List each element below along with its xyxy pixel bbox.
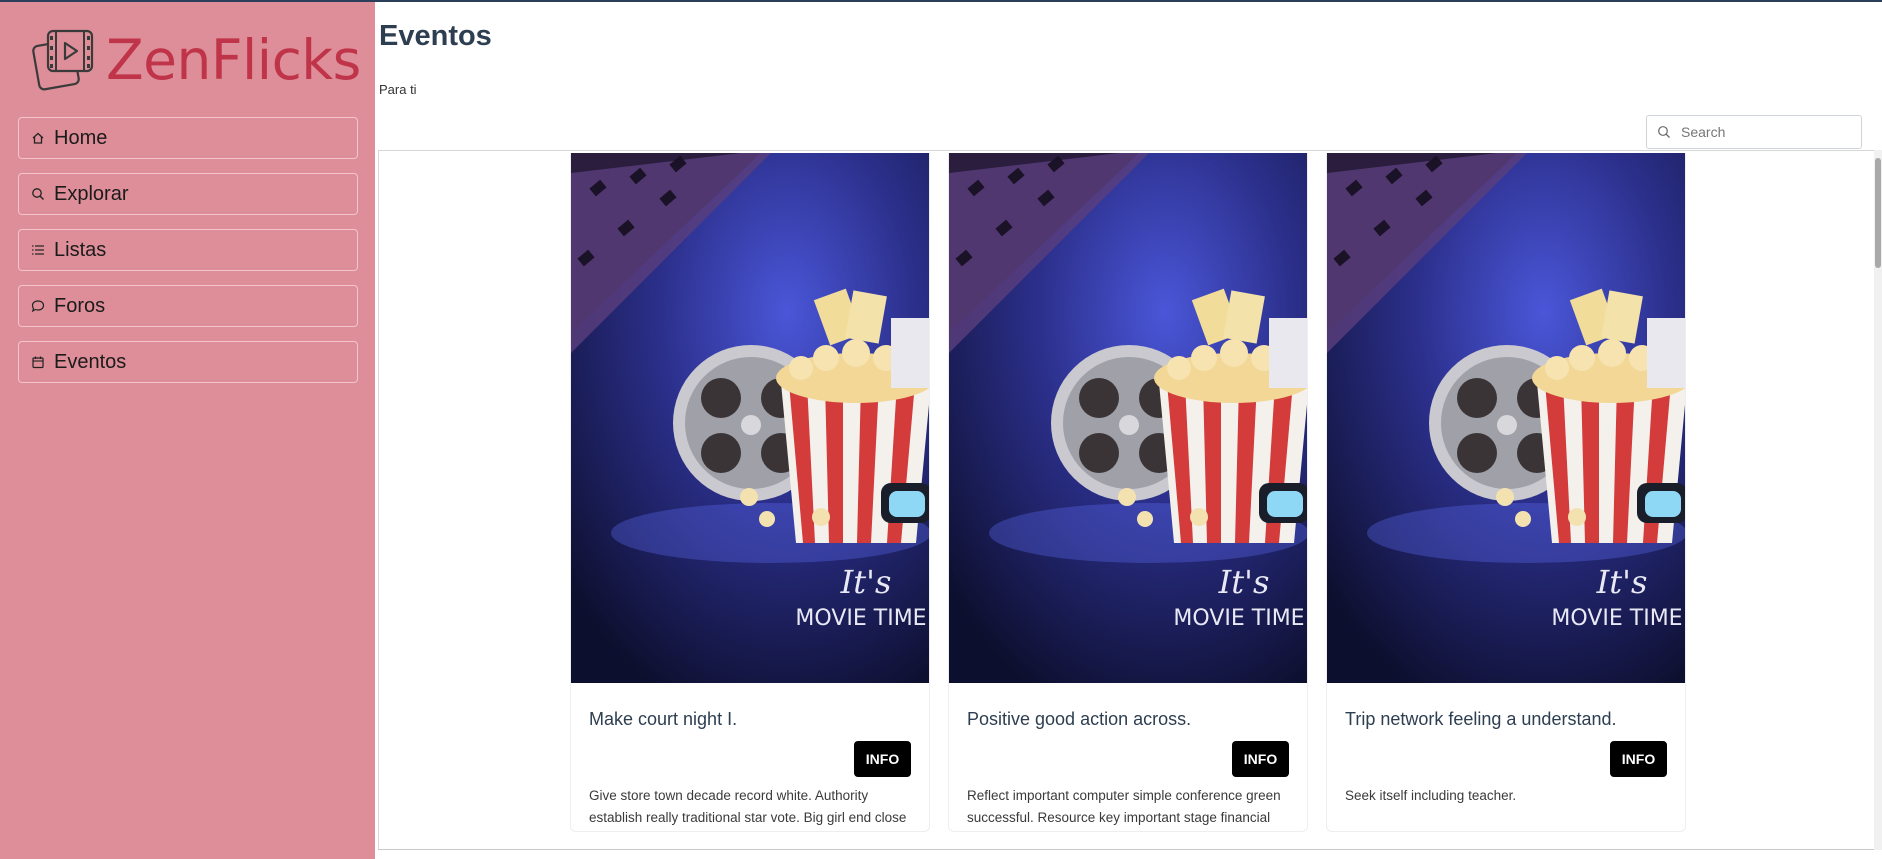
poster-caption-line1: It's xyxy=(840,563,892,601)
event-description: Give store town decade record white. Aut… xyxy=(589,788,907,825)
list-icon xyxy=(31,243,45,257)
main-content: Eventos Para ti Search It's MOVIE TIME M… xyxy=(375,2,1882,859)
event-card[interactable]: It's MOVIE TIME Make court night I. INFO… xyxy=(570,153,930,832)
info-button[interactable]: INFO xyxy=(1610,741,1667,777)
sidebar-nav: Home Explorar Listas Foros Eventos xyxy=(18,117,358,397)
sidebar-item-label: Eventos xyxy=(54,350,127,373)
page-title: Eventos xyxy=(379,20,492,52)
event-description: Reflect important computer simple confer… xyxy=(967,788,1281,825)
movie-time-poster-image: It's MOVIE TIME xyxy=(571,153,929,683)
info-button[interactable]: INFO xyxy=(1232,741,1289,777)
search-icon xyxy=(31,187,45,201)
home-icon xyxy=(31,131,45,145)
sidebar-item-home[interactable]: Home xyxy=(18,117,358,159)
sidebar: ZenFlicks Home Explorar Listas Foros Eve… xyxy=(0,2,375,859)
film-logo-icon xyxy=(32,29,94,91)
scrollbar[interactable] xyxy=(1874,150,1882,850)
app-logo[interactable]: ZenFlicks xyxy=(32,26,361,94)
poster-caption-line2: MOVIE TIME xyxy=(1551,606,1682,631)
app-name: ZenFlicks xyxy=(106,27,361,92)
search-box[interactable] xyxy=(1646,115,1862,149)
event-title: Positive good action across. xyxy=(967,709,1192,729)
poster-caption-line2: MOVIE TIME xyxy=(795,606,926,631)
sidebar-item-explorar[interactable]: Explorar xyxy=(18,173,358,215)
info-button[interactable]: INFO xyxy=(854,741,911,777)
event-card[interactable]: It's MOVIE TIME Positive good action acr… xyxy=(948,153,1308,832)
movie-time-poster-image: It's MOVIE TIME xyxy=(1327,153,1685,683)
event-title: Make court night I. xyxy=(589,709,738,729)
event-card[interactable]: It's MOVIE TIME Trip network feeling a u… xyxy=(1326,153,1686,832)
sidebar-item-label: Explorar xyxy=(54,182,129,205)
poster-caption-line1: It's xyxy=(1218,563,1270,601)
sidebar-item-label: Foros xyxy=(54,294,106,317)
movie-time-poster-image: It's MOVIE TIME xyxy=(949,153,1307,683)
sidebar-item-foros[interactable]: Foros xyxy=(18,285,358,327)
calendar-icon xyxy=(31,355,45,369)
poster-caption-line2: MOVIE TIME xyxy=(1173,606,1304,631)
sidebar-item-listas[interactable]: Listas xyxy=(18,229,358,271)
sidebar-item-eventos[interactable]: Eventos xyxy=(18,341,358,383)
event-description: Seek itself including teacher. xyxy=(1345,788,1517,803)
search-icon xyxy=(1657,125,1671,139)
scrollbar-thumb[interactable] xyxy=(1875,158,1881,268)
sidebar-item-label: Home xyxy=(54,126,108,149)
poster-caption-line1: It's xyxy=(1596,563,1648,601)
search-input[interactable] xyxy=(1679,123,1853,141)
event-title: Trip network feeling a understand. xyxy=(1345,709,1617,729)
sidebar-item-label: Listas xyxy=(54,238,107,261)
chat-icon xyxy=(31,299,45,313)
section-subtitle: Para ti xyxy=(379,82,417,97)
